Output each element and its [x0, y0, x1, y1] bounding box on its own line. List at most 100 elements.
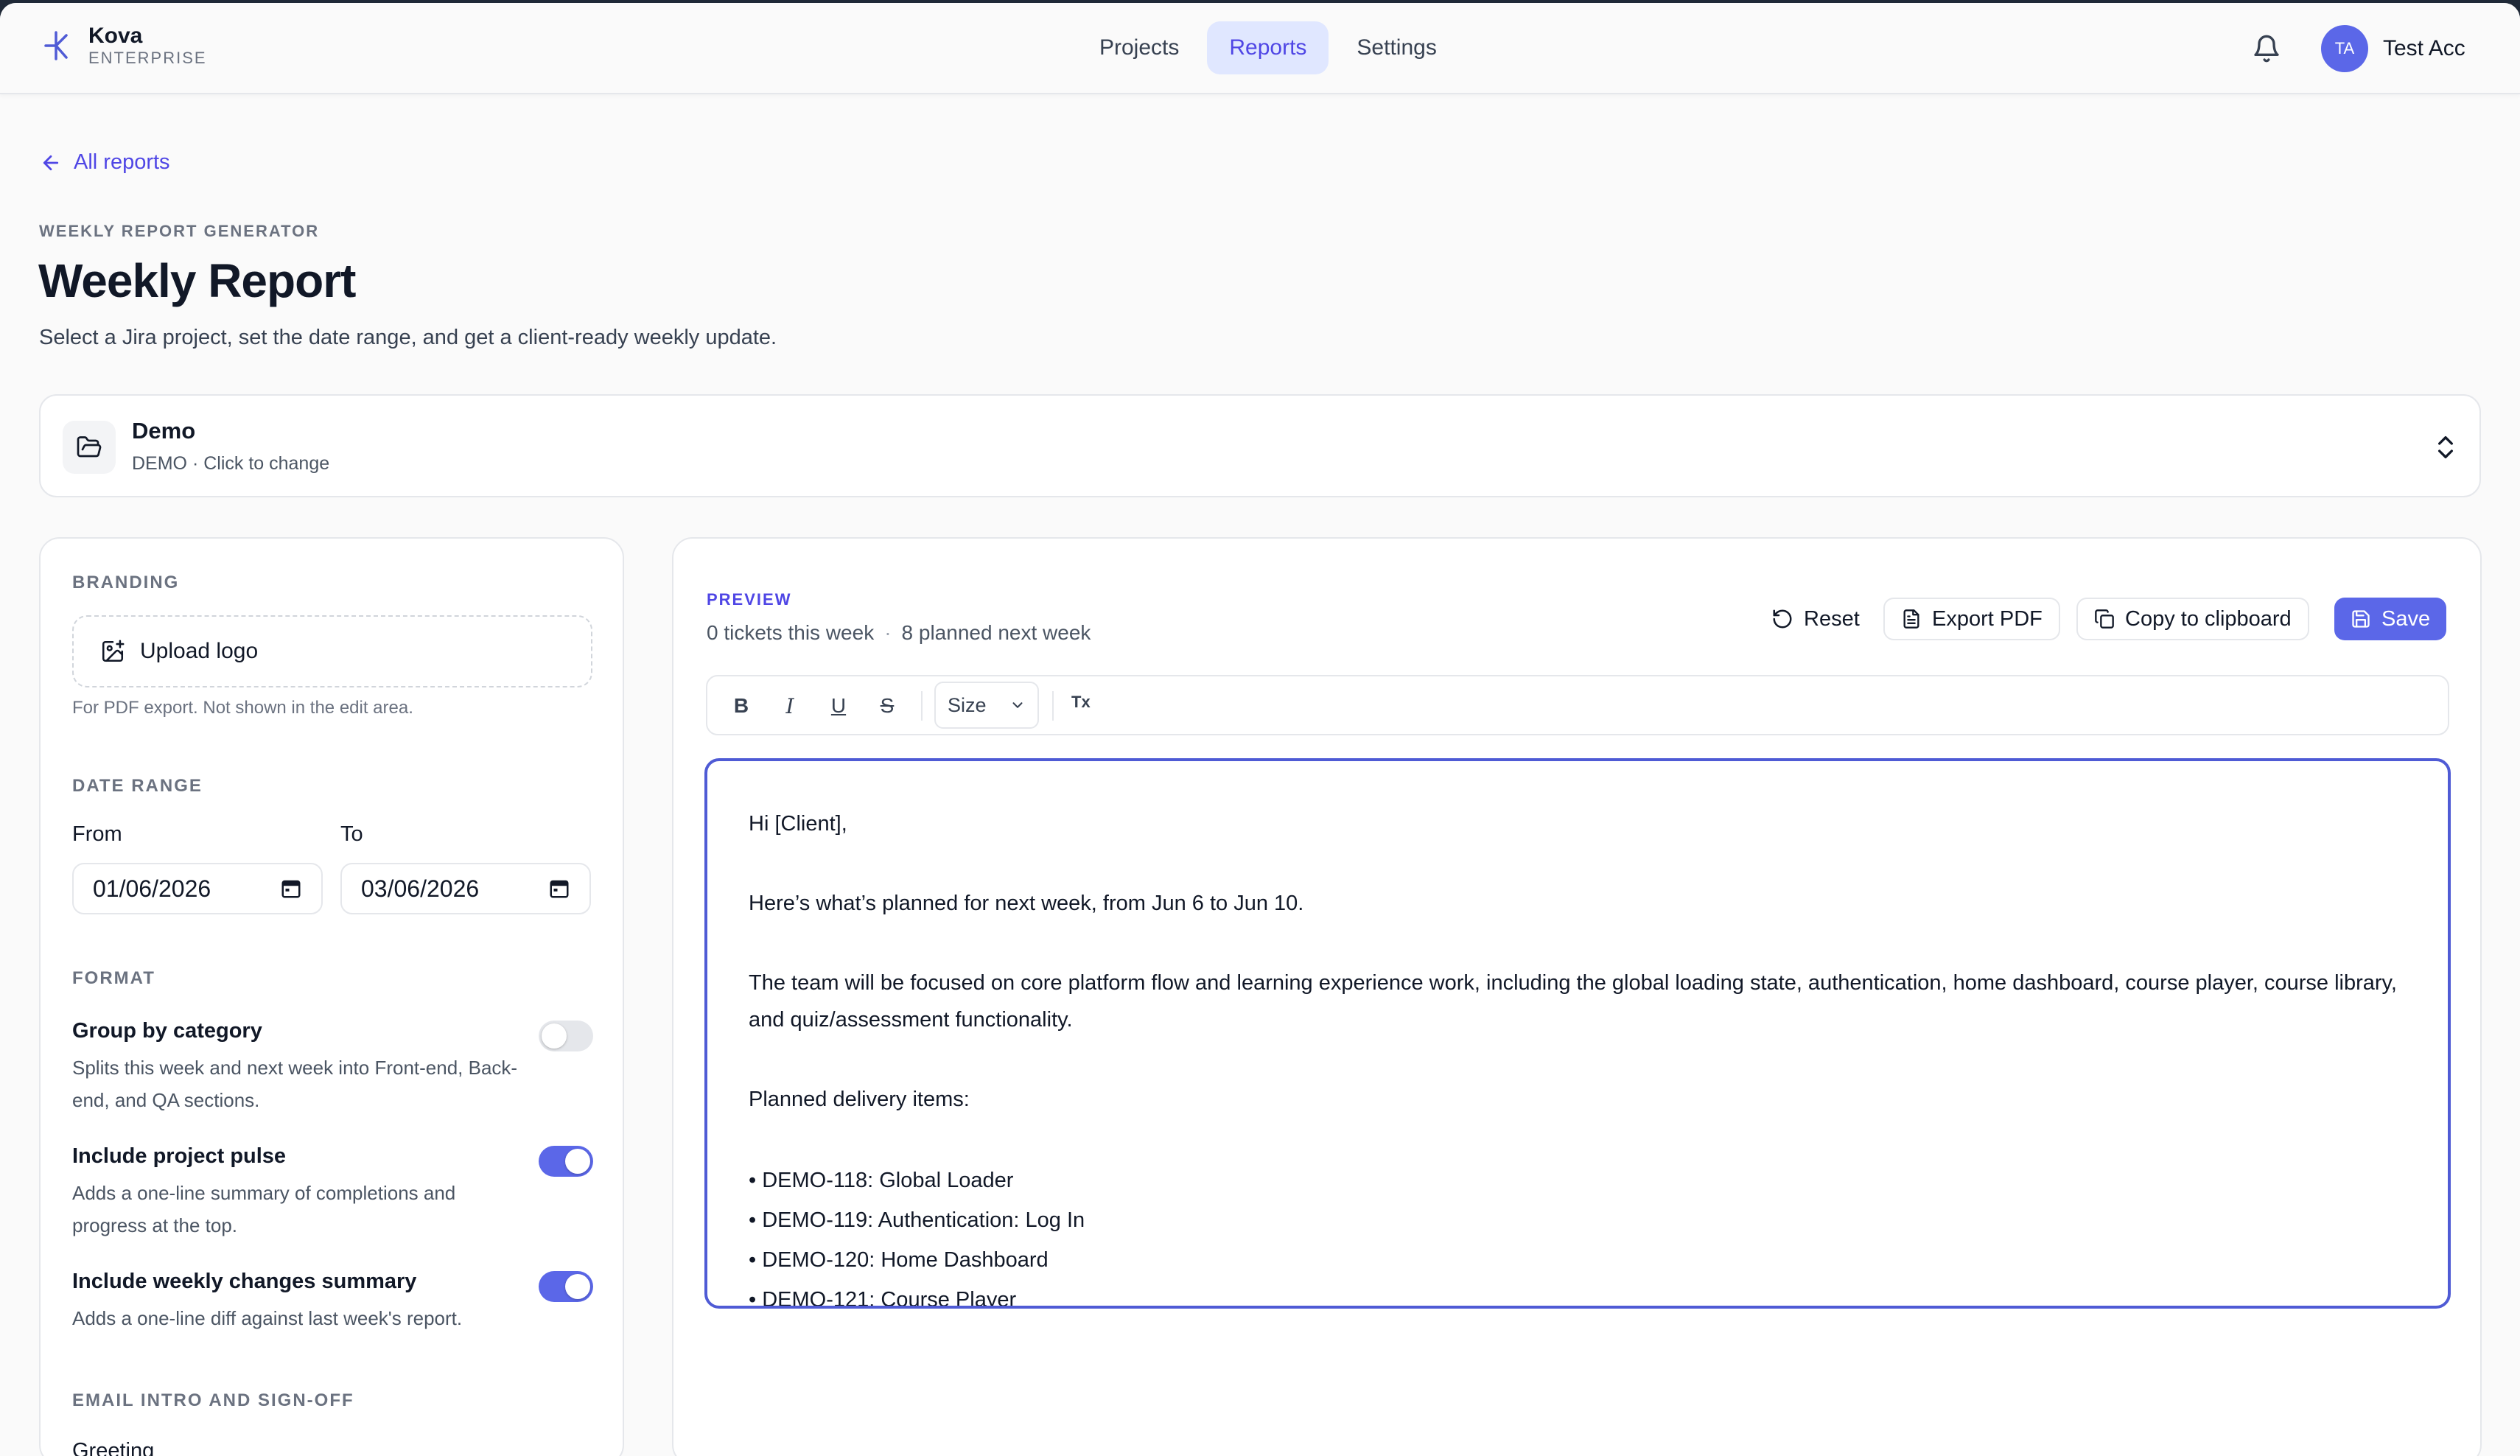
to-label: To: [340, 822, 363, 846]
project-pulse-toggle[interactable]: [539, 1146, 593, 1177]
option-group-by-category-desc: Splits this week and next week into Fron…: [72, 1057, 518, 1111]
page-title: Weekly Report: [38, 254, 356, 307]
ticket-stats: 0 tickets this week · 8 planned next wee…: [707, 621, 1091, 645]
bell-icon[interactable]: [2252, 34, 2281, 63]
back-link-label: All reports: [74, 150, 170, 174]
group-by-category-toggle[interactable]: [539, 1021, 593, 1051]
back-to-all-reports-link[interactable]: All reports: [40, 150, 170, 175]
toggle-knob: [542, 1023, 567, 1049]
calendar-icon[interactable]: [280, 878, 302, 900]
chevrons-up-down-icon: [2438, 436, 2453, 458]
reset-button[interactable]: Reset: [1755, 598, 1876, 640]
settings-panel: BRANDING Upload logo For PDF export. Not…: [39, 537, 624, 1456]
date-range-section-label: DATE RANGE: [72, 776, 203, 796]
list-item: • DEMO-118: Global Loader: [749, 1169, 1014, 1192]
planned-next-week: 8 planned next week: [901, 621, 1091, 644]
option-weekly-changes-title: Include weekly changes summary: [72, 1270, 417, 1293]
folder-icon-container: [63, 421, 116, 474]
copy-label: Copy to clipboard: [2125, 606, 2292, 631]
main-nav: Projects Reports Settings: [1077, 21, 1459, 74]
nav-settings[interactable]: Settings: [1334, 21, 1458, 74]
list-item: • DEMO-121: Course Player: [749, 1288, 1017, 1309]
stats-separator: ·: [884, 621, 892, 644]
nav-projects[interactable]: Projects: [1077, 21, 1201, 74]
user-menu[interactable]: TA Test Acc: [2321, 25, 2465, 72]
export-pdf-label: Export PDF: [1932, 606, 2043, 631]
list-item: • DEMO-119: Authentication: Log In: [749, 1208, 1085, 1232]
calendar-icon[interactable]: [548, 878, 570, 900]
copy-to-clipboard-button[interactable]: Copy to clipboard: [2076, 598, 2309, 640]
project-key-hint: DEMO · Click to change: [132, 453, 330, 474]
export-pdf-button[interactable]: Export PDF: [1883, 598, 2060, 640]
to-date-input[interactable]: 03/06/2026: [340, 863, 591, 914]
upload-logo-label: Upload logo: [140, 639, 259, 663]
reset-label: Reset: [1804, 606, 1860, 631]
option-project-pulse-title: Include project pulse: [72, 1144, 287, 1168]
save-icon: [2352, 610, 2370, 628]
save-label: Save: [2381, 606, 2431, 631]
preview-panel: PREVIEW 0 tickets this week · 8 planned …: [672, 537, 2482, 1456]
toolbar-divider: [1052, 691, 1054, 721]
folder-open-icon: [77, 436, 102, 458]
top-navigation-bar: Kova ENTERPRISE Projects Reports Setting…: [0, 3, 2520, 94]
brand[interactable]: Kova ENTERPRISE: [41, 24, 207, 68]
formatting-toolbar: B I U S Size Tx: [706, 675, 2449, 735]
nav-reports[interactable]: Reports: [1207, 21, 1329, 74]
upload-logo-button[interactable]: Upload logo: [72, 615, 592, 687]
list-item: • DEMO-120: Home Dashboard: [749, 1248, 1049, 1272]
project-selector[interactable]: Demo DEMO · Click to change: [39, 394, 2481, 497]
toggle-knob: [565, 1149, 590, 1174]
tickets-this-week: 0 tickets this week: [707, 621, 875, 644]
bold-button[interactable]: B: [727, 691, 756, 721]
brand-subtitle: ENTERPRISE: [88, 49, 207, 67]
copy-icon: [2095, 609, 2114, 629]
page-subtitle: Select a Jira project, set the date rang…: [39, 326, 777, 349]
font-size-select[interactable]: Size: [934, 682, 1039, 729]
font-size-value: Size: [948, 693, 987, 716]
save-button[interactable]: Save: [2334, 598, 2447, 640]
editor-greeting: Hi [Client],: [749, 812, 847, 836]
kova-logo-icon: [44, 31, 68, 60]
option-weekly-changes-desc: Adds a one-line diff against last week's…: [72, 1307, 463, 1329]
arrow-left-icon: [43, 155, 59, 170]
page-eyebrow: WEEKLY REPORT GENERATOR: [39, 222, 320, 240]
file-text-icon: [1903, 609, 1919, 629]
app-window: Kova ENTERPRISE Projects Reports Setting…: [0, 3, 2520, 1456]
italic-button[interactable]: I: [775, 691, 805, 721]
project-name: Demo: [132, 418, 196, 444]
greeting-label: Greeting: [72, 1439, 155, 1456]
strikethrough-button[interactable]: S: [872, 691, 902, 721]
brand-text: Kova ENTERPRISE: [88, 24, 207, 68]
brand-name: Kova: [88, 24, 143, 48]
from-label: From: [72, 822, 122, 846]
upload-hint: For PDF export. Not shown in the edit ar…: [72, 698, 413, 718]
clear-formatting-button[interactable]: Tx: [1071, 693, 1091, 712]
toggle-knob: [565, 1274, 590, 1299]
preview-label: PREVIEW: [707, 590, 792, 609]
toolbar-divider: [921, 691, 923, 721]
format-section-label: FORMAT: [72, 968, 155, 988]
user-name: Test Acc: [2383, 36, 2465, 60]
editor-intro: Here’s what’s planned for next week, fro…: [749, 892, 1304, 915]
from-date-input[interactable]: 01/06/2026: [72, 863, 323, 914]
email-section-label: EMAIL INTRO AND SIGN-OFF: [72, 1390, 354, 1410]
image-plus-icon: [102, 640, 125, 662]
to-date-value: 03/06/2026: [361, 875, 480, 902]
editor-items-heading: Planned delivery items:: [749, 1088, 970, 1111]
chevron-down-icon: [1012, 702, 1023, 708]
option-group-by-category-title: Group by category: [72, 1019, 262, 1043]
branding-section-label: BRANDING: [72, 573, 180, 592]
editor-focus: The team will be focused on core platfor…: [749, 971, 2397, 1032]
weekly-changes-toggle[interactable]: [539, 1271, 593, 1302]
option-project-pulse-desc: Adds a one-line summary of completions a…: [72, 1182, 456, 1236]
from-date-value: 01/06/2026: [93, 875, 211, 902]
editor-content[interactable]: Hi [Client], Here’s what’s planned for n…: [749, 805, 2429, 1309]
underline-button[interactable]: U: [824, 691, 853, 721]
rotate-ccw-icon: [1773, 609, 1792, 629]
avatar: TA: [2321, 25, 2368, 72]
report-editor[interactable]: Hi [Client], Here’s what’s planned for n…: [704, 758, 2451, 1309]
